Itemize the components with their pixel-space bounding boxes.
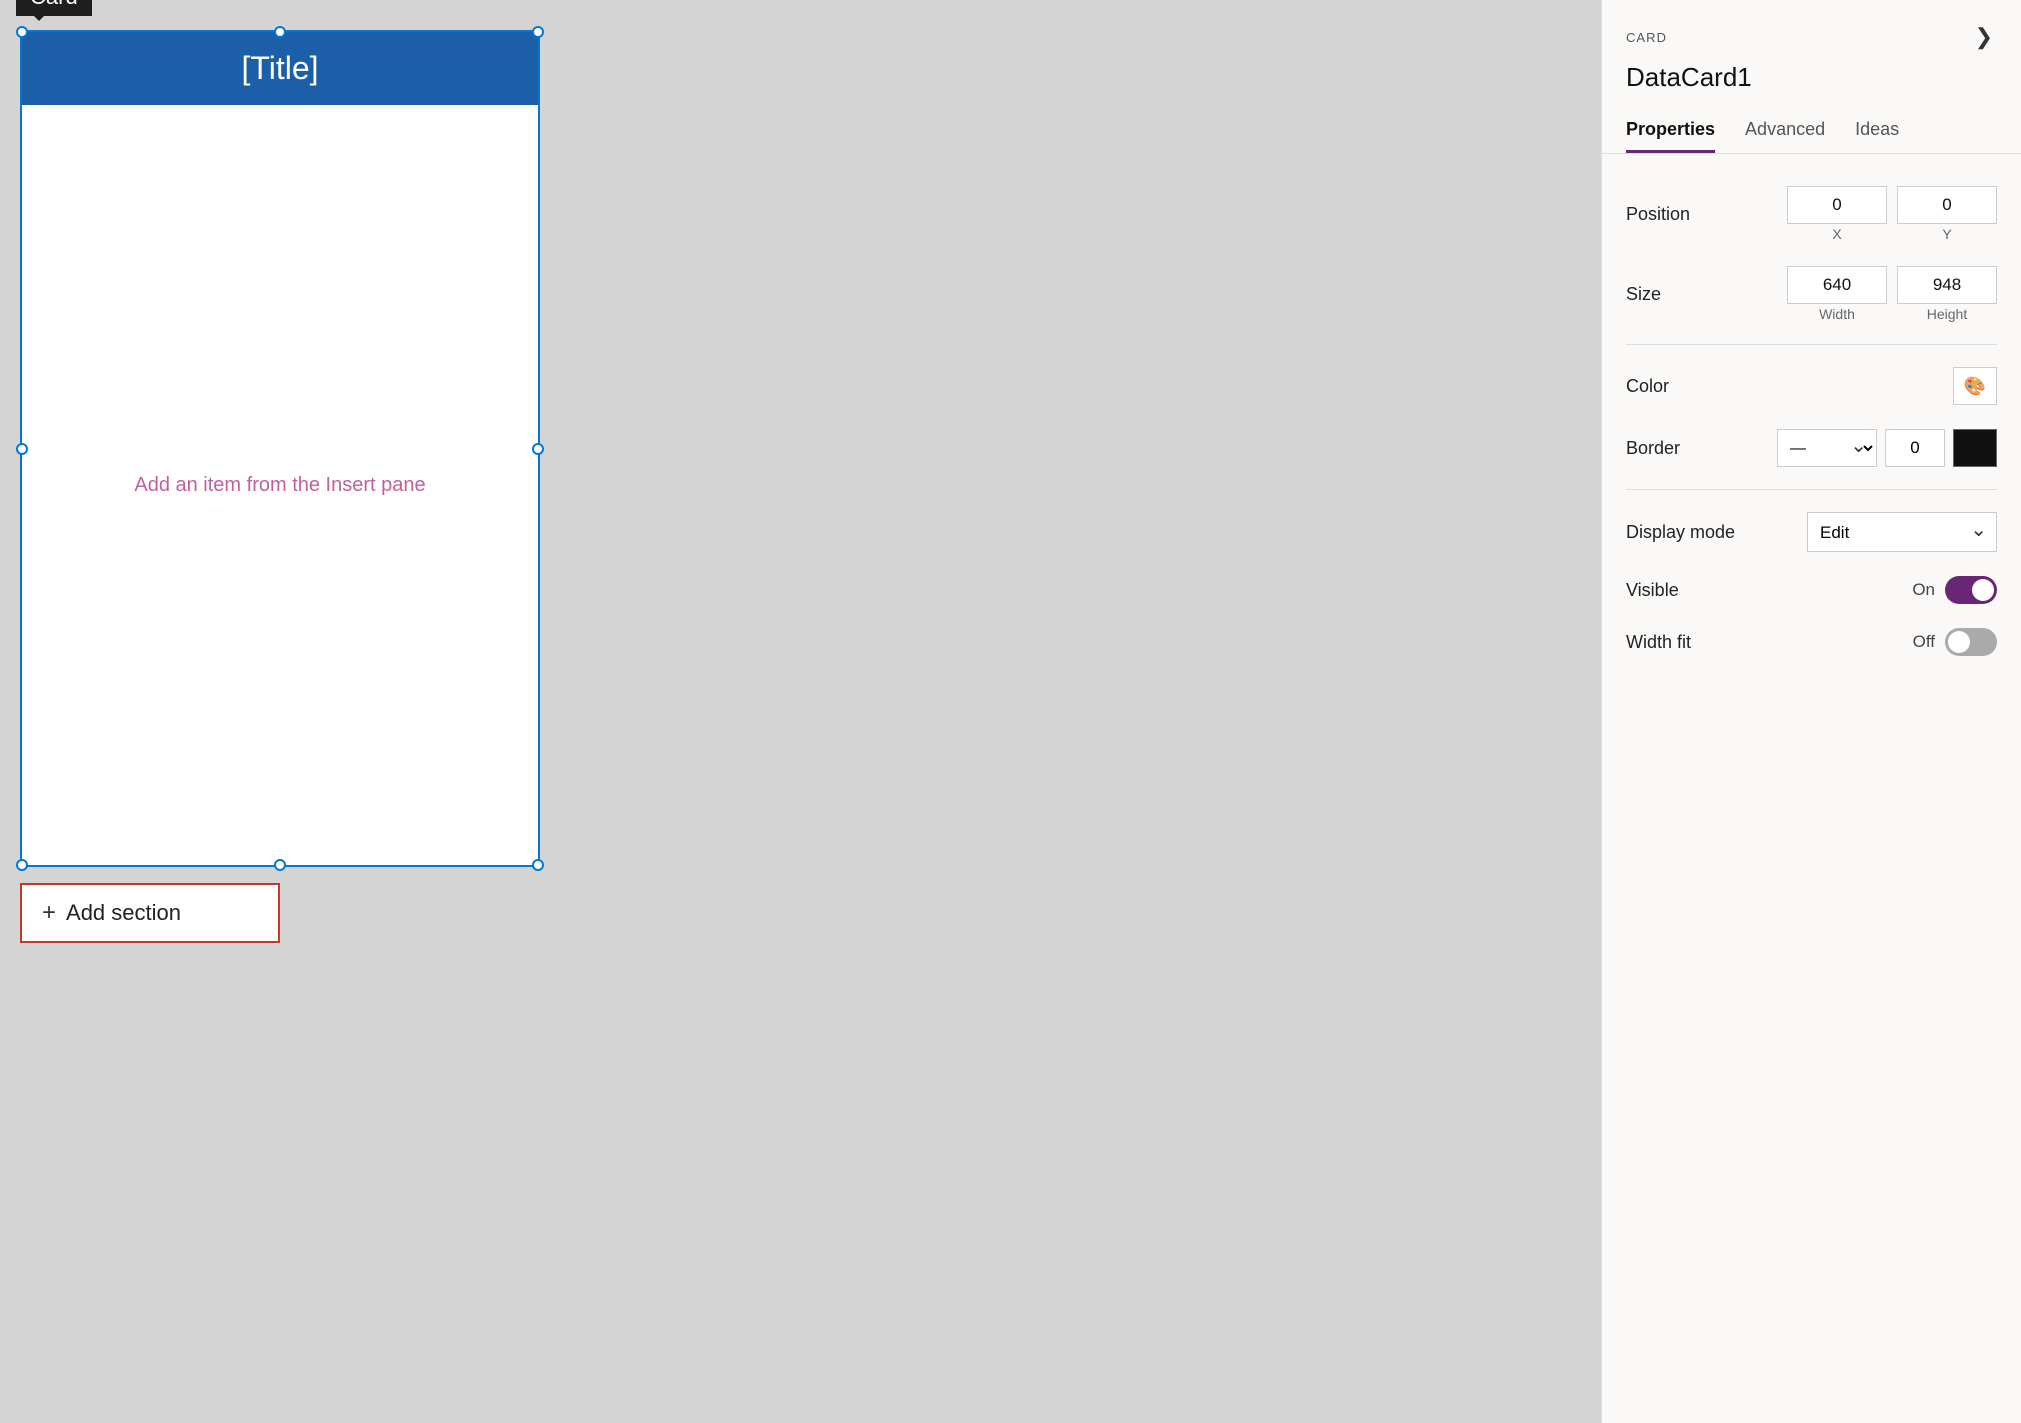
right-panel: CARD ❯ DataCard1 Properties Advanced Ide… [1601, 0, 2021, 1423]
panel-chevron-button[interactable]: ❯ [1971, 20, 1997, 54]
add-section-plus-icon: + [42, 899, 56, 927]
position-label: Position [1626, 204, 1690, 225]
size-label: Size [1626, 284, 1661, 305]
size-width-wrap: Width [1787, 266, 1887, 322]
card-container[interactable]: [Title] Add an item from the Insert pane [20, 30, 540, 867]
card-content: Add an item from the Insert pane [22, 105, 538, 865]
border-controls: — - - ··· [1777, 429, 1997, 467]
visible-row: Visible On [1626, 564, 1997, 616]
position-row: Position X Y [1626, 174, 1997, 254]
position-y-label: Y [1942, 226, 1951, 242]
size-inputs: Width Height [1787, 266, 1997, 322]
position-x-wrap: X [1787, 186, 1887, 242]
color-label: Color [1626, 376, 1669, 397]
handle-top-center[interactable] [274, 26, 286, 38]
position-inputs: X Y [1787, 186, 1997, 242]
visible-state-label: On [1912, 580, 1935, 600]
handle-bot-right[interactable] [532, 859, 544, 871]
position-x-label: X [1832, 226, 1841, 242]
canvas-area: Card [Title] Add an item from the Insert… [0, 0, 1601, 1423]
visible-toggle-wrap: On [1912, 576, 1997, 604]
border-style-wrapper: — - - ··· [1777, 429, 1877, 467]
divider-2 [1626, 489, 1997, 490]
card-title-bar: [Title] [22, 32, 538, 105]
border-color-swatch[interactable] [1953, 429, 1997, 467]
size-height-label: Height [1927, 306, 1967, 322]
border-row: Border — - - ··· [1626, 417, 1997, 479]
display-mode-row: Display mode Edit View Disabled [1626, 500, 1997, 564]
size-width-input[interactable] [1787, 266, 1887, 304]
display-mode-label: Display mode [1626, 522, 1735, 543]
handle-top-left[interactable] [16, 26, 28, 38]
handle-bot-center[interactable] [274, 859, 286, 871]
position-y-input[interactable] [1897, 186, 1997, 224]
position-y-wrap: Y [1897, 186, 1997, 242]
add-section-button[interactable]: + Add section [20, 883, 280, 943]
position-x-input[interactable] [1787, 186, 1887, 224]
color-picker-button[interactable]: 🎨 [1953, 367, 1997, 405]
width-fit-label: Width fit [1626, 632, 1691, 653]
width-fit-row: Width fit Off [1626, 616, 1997, 668]
add-section-label: Add section [66, 900, 181, 926]
tab-advanced[interactable]: Advanced [1745, 109, 1825, 153]
card-tooltip-label: Card [16, 0, 92, 16]
size-height-input[interactable] [1897, 266, 1997, 304]
handle-mid-right[interactable] [532, 443, 544, 455]
card-wrapper: Card [Title] Add an item from the Insert… [20, 30, 540, 943]
border-style-select[interactable]: — - - ··· [1777, 429, 1877, 467]
width-fit-toggle[interactable] [1945, 628, 1997, 656]
divider-1 [1626, 344, 1997, 345]
size-width-label: Width [1819, 306, 1855, 322]
panel-card-label: CARD [1626, 30, 1667, 45]
display-mode-select[interactable]: Edit View Disabled [1807, 512, 1997, 552]
size-height-wrap: Height [1897, 266, 1997, 322]
border-label: Border [1626, 438, 1680, 459]
color-picker-icon: 🎨 [1964, 376, 1986, 397]
border-width-input[interactable] [1885, 429, 1945, 467]
visible-toggle[interactable] [1945, 576, 1997, 604]
card-placeholder-text: Add an item from the Insert pane [134, 474, 425, 497]
panel-header: CARD ❯ [1602, 0, 2021, 58]
tab-ideas[interactable]: Ideas [1855, 109, 1899, 153]
color-row: Color 🎨 [1626, 355, 1997, 417]
width-fit-state-label: Off [1913, 632, 1935, 652]
width-fit-toggle-wrap: Off [1913, 628, 1997, 656]
handle-bot-left[interactable] [16, 859, 28, 871]
display-mode-wrapper: Edit View Disabled [1807, 512, 1997, 552]
panel-content: Position X Y Size [1602, 154, 2021, 688]
visible-label: Visible [1626, 580, 1679, 601]
handle-top-right[interactable] [532, 26, 544, 38]
handle-mid-left[interactable] [16, 443, 28, 455]
chevron-right-icon: ❯ [1975, 24, 1993, 49]
panel-component-name: DataCard1 [1602, 58, 2021, 109]
size-row: Size Width Height [1626, 254, 1997, 334]
panel-tabs: Properties Advanced Ideas [1602, 109, 2021, 154]
tab-properties[interactable]: Properties [1626, 109, 1715, 153]
